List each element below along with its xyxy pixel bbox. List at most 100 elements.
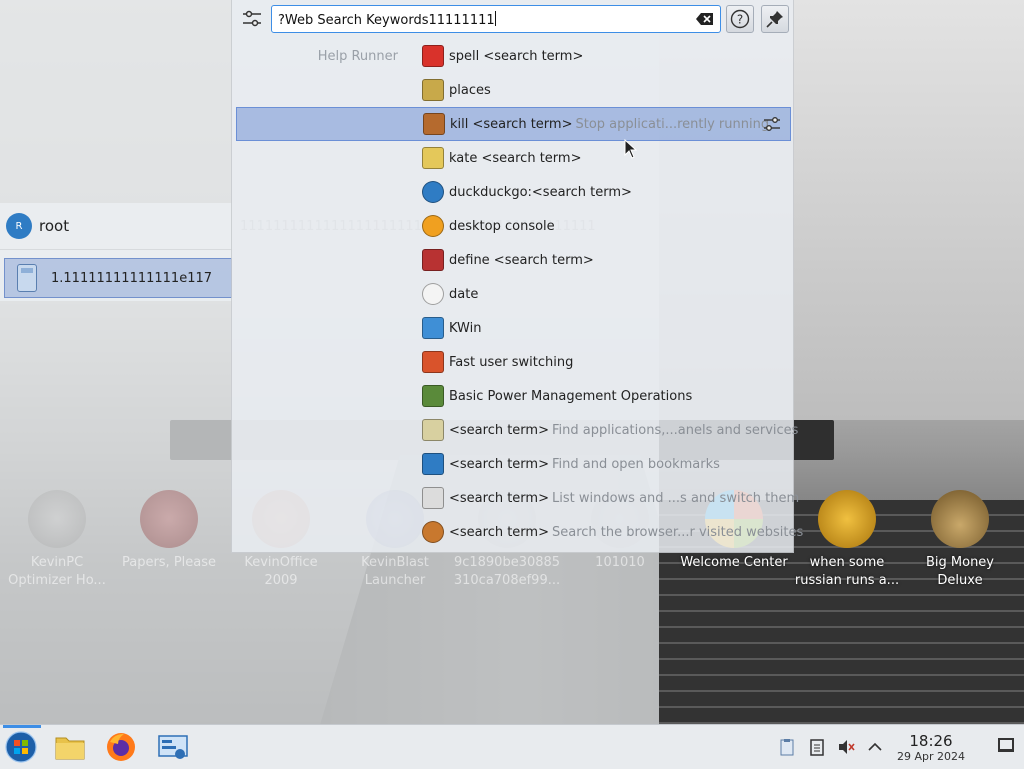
results-list: Help Runner spell <search term> places kill…: [236, 39, 803, 549]
desktop-icon[interactable]: Papers, Please: [114, 490, 224, 572]
result-row[interactable]: <search term> Search the browser...r visi…: [236, 515, 803, 549]
desktop-icon-image: [28, 490, 86, 548]
result-row[interactable]: KWin: [236, 311, 791, 345]
desktop-icon-label: 9c1890be30885 310ca708ef99...: [453, 555, 561, 588]
desktop-icon-label: KevinOffice 2009: [244, 555, 318, 588]
result-row[interactable]: duckduckgo:<search term>: [236, 175, 791, 209]
desktop-icon-label: KevinBlast Launcher: [361, 555, 429, 588]
kate-icon: [422, 147, 444, 169]
result-row[interactable]: Basic Power Management Operations: [236, 379, 791, 413]
result-row[interactable]: <search term> List windows and ...s and s…: [236, 481, 799, 515]
desktop-icon-label: 101010: [595, 555, 645, 570]
firefox-icon[interactable]: [104, 730, 138, 764]
clock-time: 18:26: [909, 732, 953, 750]
result-label: <search term>: [449, 422, 549, 438]
clock[interactable]: 18:26 29 Apr 2024: [888, 732, 974, 764]
calculator-result: 1.11111111111111e117: [51, 270, 213, 286]
active-indicator: [3, 725, 41, 728]
clear-icon[interactable]: [696, 12, 714, 26]
category-label: Help Runner: [317, 48, 398, 64]
result-row[interactable]: desktop console: [236, 209, 791, 243]
result-row[interactable]: <search term> Find applications,...anels …: [236, 413, 798, 447]
pin-icon: [766, 11, 783, 28]
result-row[interactable]: places: [236, 73, 791, 107]
result-label: <search term>: [449, 524, 549, 540]
desktop-icon-label: when some russian runs a...: [794, 555, 900, 588]
file-manager-icon[interactable]: [53, 730, 87, 764]
help-icon: ?: [730, 9, 750, 29]
kwin-icon: [422, 317, 444, 339]
search-input[interactable]: ?Web Search Keywords11111111: [271, 5, 721, 33]
bookmarks-icon: [422, 453, 444, 475]
result-label: KWin: [449, 320, 482, 336]
pin-button[interactable]: [761, 5, 789, 33]
result-label: Basic Power Management Operations: [449, 388, 693, 404]
search-query: ?Web Search Keywords11111111: [278, 13, 495, 28]
result-row[interactable]: <search term> Find and open bookmarks: [236, 447, 791, 481]
history-icon: [422, 521, 444, 543]
result-row[interactable]: date: [236, 277, 791, 311]
help-button[interactable]: ?: [726, 5, 754, 33]
krunner-toolbar: ?Web Search Keywords11111111 ?: [232, 0, 793, 40]
result-label: spell <search term>: [449, 48, 584, 64]
windows-icon: [422, 487, 444, 509]
user-name: root: [39, 217, 70, 235]
desktop-icon-image: [140, 490, 198, 548]
result-row[interactable]: Help Runner spell <search term>: [236, 39, 791, 73]
result-label: <search term>: [449, 490, 549, 506]
result-label: Fast user switching: [449, 354, 574, 370]
dictionary-icon: [422, 249, 444, 271]
volume-muted-icon[interactable]: [837, 738, 855, 756]
chevron-up-icon[interactable]: [866, 738, 884, 756]
result-description: Find applications,...anels and services: [551, 422, 799, 438]
result-description: List windows and ...s and switch them: [551, 490, 800, 506]
avatar: R: [6, 213, 32, 239]
spell-icon: [422, 45, 444, 67]
desktop-icon-label: Papers, Please: [121, 555, 217, 570]
result-label: define <search term>: [449, 252, 594, 268]
places-icon: [422, 79, 444, 101]
start-menu-icon[interactable]: [4, 730, 38, 764]
configure-icon[interactable]: [240, 6, 264, 32]
apps-icon: [422, 419, 444, 441]
user-row[interactable]: R root: [0, 203, 232, 250]
result-options-icon[interactable]: [762, 114, 782, 134]
result-description: Find and open bookmarks: [551, 456, 720, 472]
notes-icon[interactable]: [808, 738, 826, 756]
result-label: duckduckgo:<search term>: [449, 184, 632, 200]
desktop-icon[interactable]: when some russian runs a...: [792, 490, 902, 590]
desktop-icon-label: Welcome Center: [680, 555, 788, 570]
result-label: desktop console: [449, 218, 555, 234]
result-row[interactable]: define <search term>: [236, 243, 791, 277]
result-label: kate <search term>: [449, 150, 582, 166]
mouse-cursor: [624, 139, 638, 159]
show-desktop-icon[interactable]: [998, 738, 1014, 752]
calculator-result-row[interactable]: 1.11111111111111e117: [4, 258, 232, 298]
result-label: places: [449, 82, 491, 98]
clock-icon: [422, 283, 444, 305]
desktop-icon-image: [931, 490, 989, 548]
result-label: date: [449, 286, 479, 302]
power-icon: [422, 351, 444, 373]
result-row[interactable]: kate <search term>: [236, 141, 791, 175]
result-row[interactable]: kill <search term> Stop applicati...rentl…: [236, 107, 791, 141]
result-description: Stop applicati...rently running: [575, 116, 770, 132]
duckduckgo-icon: [422, 181, 444, 203]
result-label: <search term>: [449, 456, 549, 472]
desktop-icon[interactable]: Big Money Deluxe: [905, 490, 1015, 590]
result-row[interactable]: Fast user switching: [236, 345, 791, 379]
krunner-window: ?Web Search Keywords11111111 ? Help Runn…: [231, 0, 803, 553]
user-panel: R root 1.11111111111111e117: [0, 203, 232, 301]
desktop-icon-image: [818, 490, 876, 548]
kill-icon: [423, 113, 445, 135]
result-description: Search the browser...r visited websites: [551, 524, 804, 540]
clock-date: 29 Apr 2024: [896, 750, 965, 763]
battery-icon: [422, 385, 444, 407]
calculator-icon: [17, 264, 37, 292]
desktop-icon[interactable]: KevinPC Optimizer Ho...: [2, 490, 112, 590]
desktop-console-icon: [422, 215, 444, 237]
desktop-icon-label: Big Money Deluxe: [925, 555, 994, 588]
result-label: kill <search term>: [450, 116, 573, 132]
clipboard-icon[interactable]: [778, 738, 796, 756]
system-settings-icon[interactable]: [156, 730, 190, 764]
